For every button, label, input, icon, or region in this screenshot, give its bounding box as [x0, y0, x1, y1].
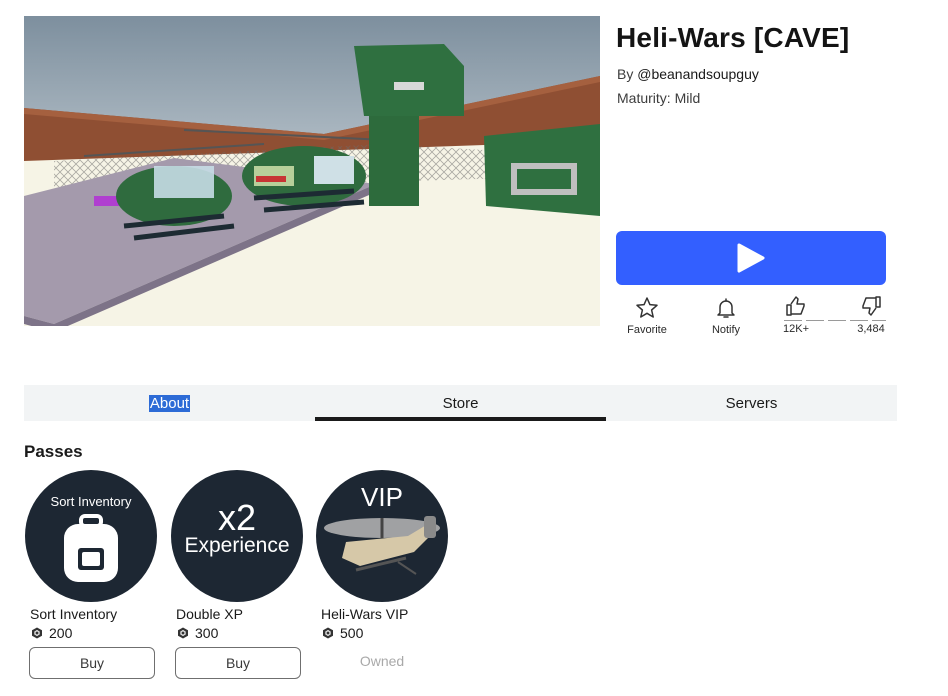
- robux-icon: [323, 627, 333, 639]
- pass-image-vip[interactable]: VIP: [316, 470, 448, 602]
- passes-heading: Passes: [24, 442, 83, 461]
- creator-line: By @beanandsoupguy: [617, 66, 759, 82]
- pass-price-value: 200: [49, 625, 73, 641]
- pass-image-text: VIP: [361, 482, 403, 512]
- downvote-count: 3,484: [857, 323, 885, 335]
- tab-servers-label: Servers: [725, 394, 778, 412]
- bell-icon: [717, 298, 735, 318]
- tab-store[interactable]: Store: [315, 385, 606, 421]
- pass-price: 200: [31, 625, 72, 641]
- buy-button[interactable]: Buy: [29, 647, 155, 679]
- pass-card: Sort Inventory Sort Inventory 200 Buy: [25, 470, 159, 679]
- pass-card: VIP Heli-Wars VIP 500 Owned: [316, 470, 450, 669]
- upvote-count: 12K+: [783, 323, 809, 335]
- pass-name: Sort Inventory: [30, 606, 118, 622]
- tab-bar: About Store Servers: [24, 385, 897, 421]
- favorite-button[interactable]: Favorite: [625, 296, 669, 336]
- pass-image-text-x2: x2: [218, 497, 256, 538]
- buy-button[interactable]: Buy: [175, 647, 301, 679]
- downvote-button[interactable]: 3,484: [854, 294, 888, 335]
- by-prefix: By: [617, 66, 634, 82]
- pass-price: 300: [177, 625, 218, 641]
- play-icon: [737, 243, 765, 273]
- pass-image-double-xp[interactable]: x2 Experience: [171, 470, 303, 602]
- helicopter-icon: [324, 516, 440, 575]
- pass-name: Heli-Wars VIP: [321, 606, 409, 622]
- owned-label: Owned: [359, 653, 405, 669]
- pass-image-text: Sort Inventory: [51, 494, 132, 509]
- pass-price-value: 500: [340, 625, 364, 641]
- pass-image-sort-inventory[interactable]: Sort Inventory: [25, 470, 157, 602]
- pass-price: 500: [322, 625, 363, 641]
- tab-about-label: About: [148, 394, 191, 412]
- thumbs-down-icon: [862, 296, 881, 316]
- robux-icon: [32, 627, 42, 639]
- play-button[interactable]: [616, 231, 886, 285]
- thumbs-up-icon: [786, 296, 805, 316]
- pass-image-text-experience: Experience: [184, 534, 289, 557]
- robux-icon: [178, 627, 188, 639]
- game-title: Heli-Wars [CAVE]: [616, 22, 850, 53]
- tab-about[interactable]: About: [24, 385, 315, 421]
- favorite-label: Favorite: [627, 324, 667, 336]
- pass-card: x2 Experience Double XP 300 Buy: [171, 470, 305, 679]
- notify-label: Notify: [711, 324, 741, 336]
- backpack-icon: [64, 514, 118, 582]
- game-thumbnail[interactable]: [24, 16, 600, 326]
- star-icon: [636, 297, 658, 318]
- tab-store-label: Store: [442, 394, 479, 412]
- creator-link[interactable]: @beanandsoupguy: [637, 66, 759, 82]
- pass-price-value: 300: [195, 625, 219, 641]
- maturity-rating: Maturity: Mild: [617, 90, 701, 106]
- pass-name: Double XP: [176, 606, 243, 622]
- tab-servers[interactable]: Servers: [606, 385, 897, 421]
- thumbnail-scene: [24, 16, 600, 326]
- notify-button[interactable]: Notify: [704, 296, 748, 336]
- upvote-button[interactable]: 12K+: [782, 294, 810, 335]
